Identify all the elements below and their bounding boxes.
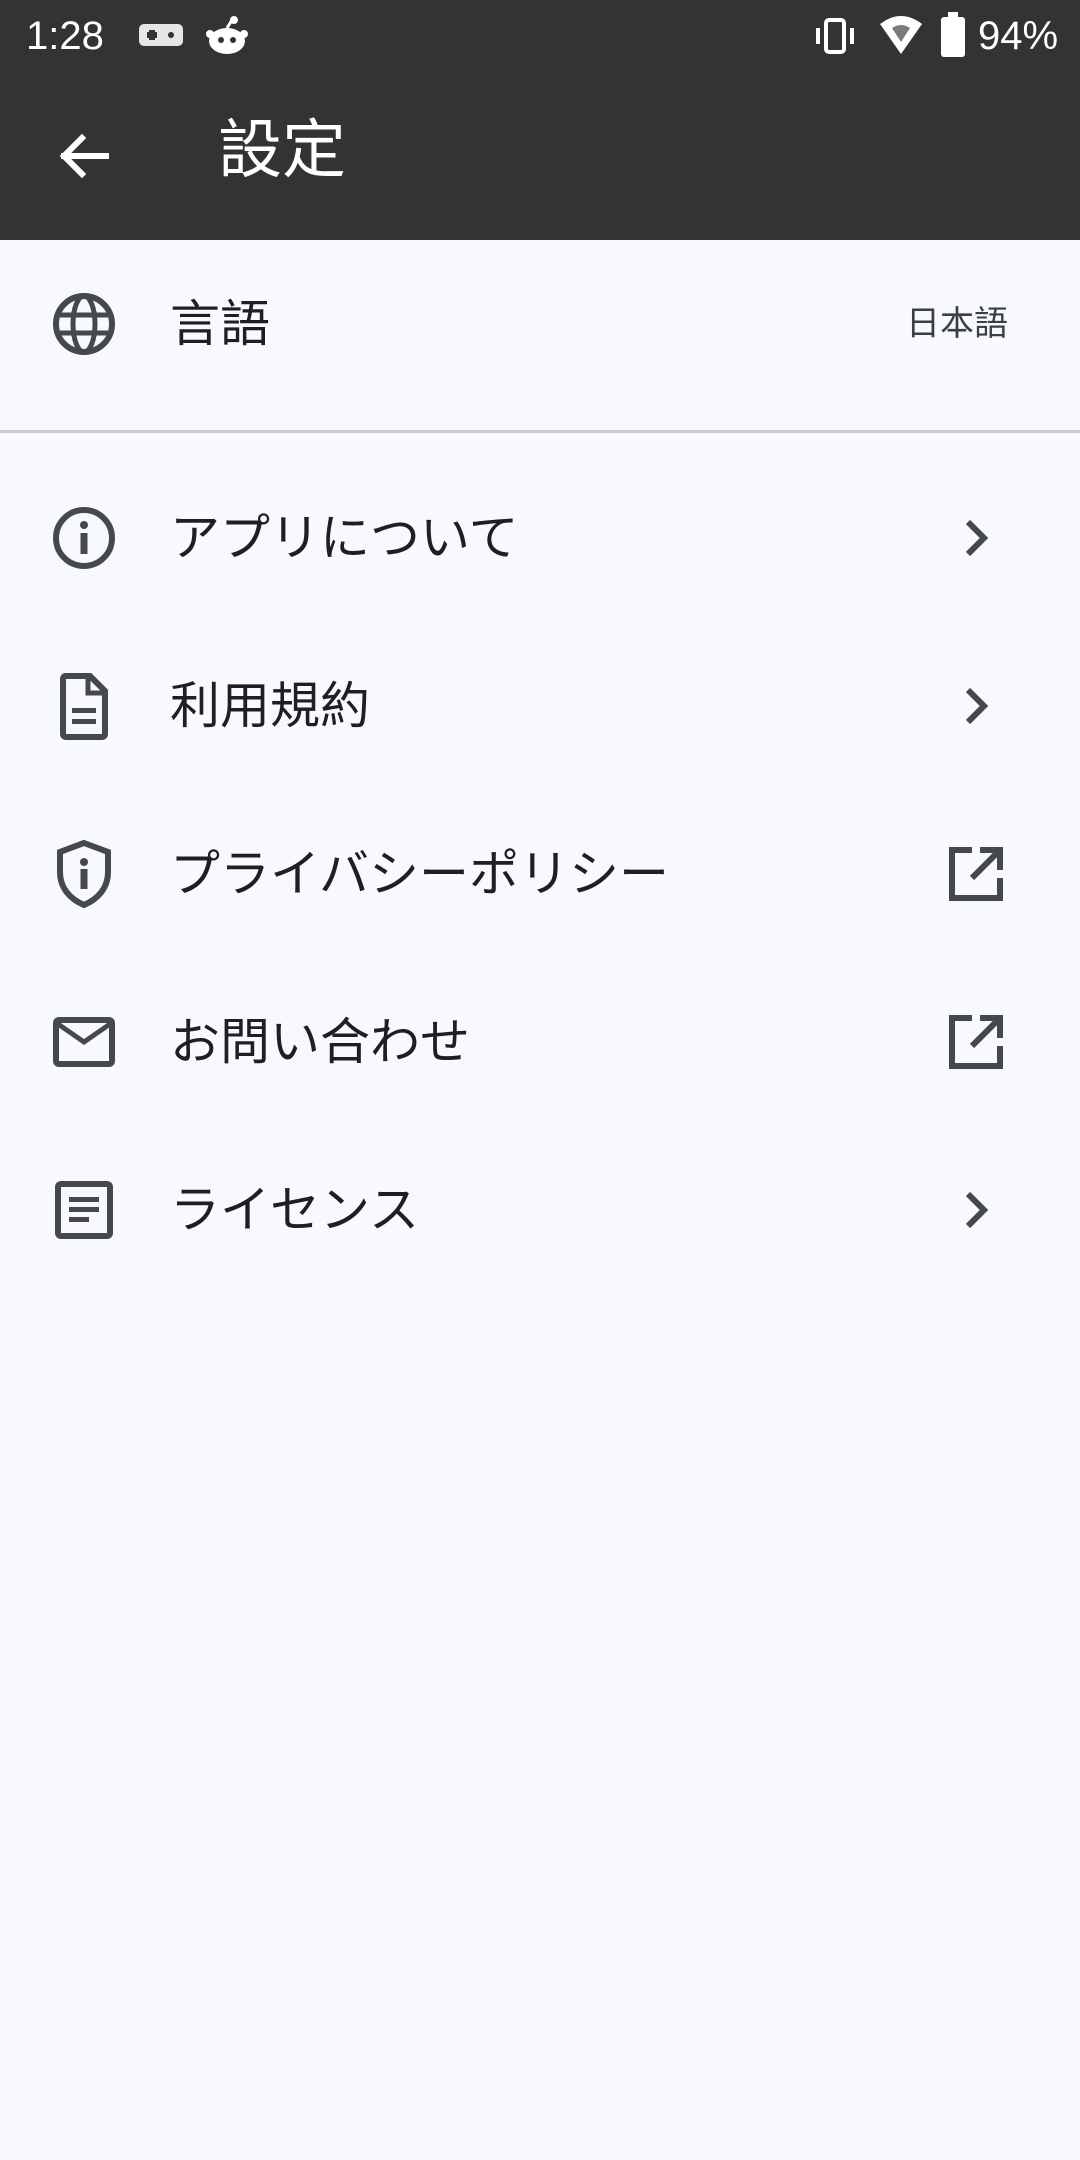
page-title: 設定 bbox=[218, 114, 346, 188]
game-controller-icon bbox=[138, 20, 184, 50]
language-value: 日本語 bbox=[906, 304, 1008, 344]
setting-row-language[interactable]: 言語 日本語 bbox=[0, 240, 1080, 408]
back-button[interactable] bbox=[52, 124, 116, 188]
setting-row-privacy-policy[interactable]: プライバシーポリシー bbox=[0, 790, 1080, 958]
chevron-right-icon bbox=[946, 1180, 1006, 1240]
vibrate-icon bbox=[812, 16, 858, 56]
setting-row-contact[interactable]: お問い合わせ bbox=[0, 958, 1080, 1126]
setting-label-terms: 利用規約 bbox=[170, 677, 370, 735]
setting-row-license[interactable]: ライセンス bbox=[0, 1126, 1080, 1294]
battery-icon bbox=[940, 12, 966, 58]
info-icon bbox=[48, 502, 120, 574]
open-external-icon bbox=[946, 844, 1006, 904]
wifi-icon bbox=[878, 14, 924, 56]
status-bar: 1:28 94% bbox=[0, 0, 1080, 72]
globe-icon bbox=[48, 288, 120, 360]
open-external-icon bbox=[946, 1012, 1006, 1072]
status-time: 1:28 bbox=[26, 14, 104, 58]
divider bbox=[0, 430, 1080, 433]
setting-row-about[interactable]: アプリについて bbox=[0, 454, 1080, 622]
reddit-icon bbox=[204, 14, 250, 56]
setting-label-about: アプリについて bbox=[170, 509, 519, 567]
arrow-back-icon bbox=[52, 124, 116, 188]
setting-row-terms[interactable]: 利用規約 bbox=[0, 622, 1080, 790]
setting-label-license: ライセンス bbox=[170, 1181, 419, 1239]
document-icon bbox=[48, 670, 120, 742]
battery-percentage: 94% bbox=[978, 14, 1059, 58]
chevron-right-icon bbox=[946, 676, 1006, 736]
setting-label-contact: お問い合わせ bbox=[170, 1013, 470, 1071]
shield-icon bbox=[48, 838, 120, 910]
chevron-right-icon bbox=[946, 508, 1006, 568]
mail-icon bbox=[48, 1006, 120, 1078]
setting-label-language: 言語 bbox=[170, 295, 270, 353]
app-bar: 設定 bbox=[0, 72, 1080, 240]
license-icon bbox=[48, 1174, 120, 1246]
setting-label-privacy-policy: プライバシーポリシー bbox=[170, 845, 669, 903]
